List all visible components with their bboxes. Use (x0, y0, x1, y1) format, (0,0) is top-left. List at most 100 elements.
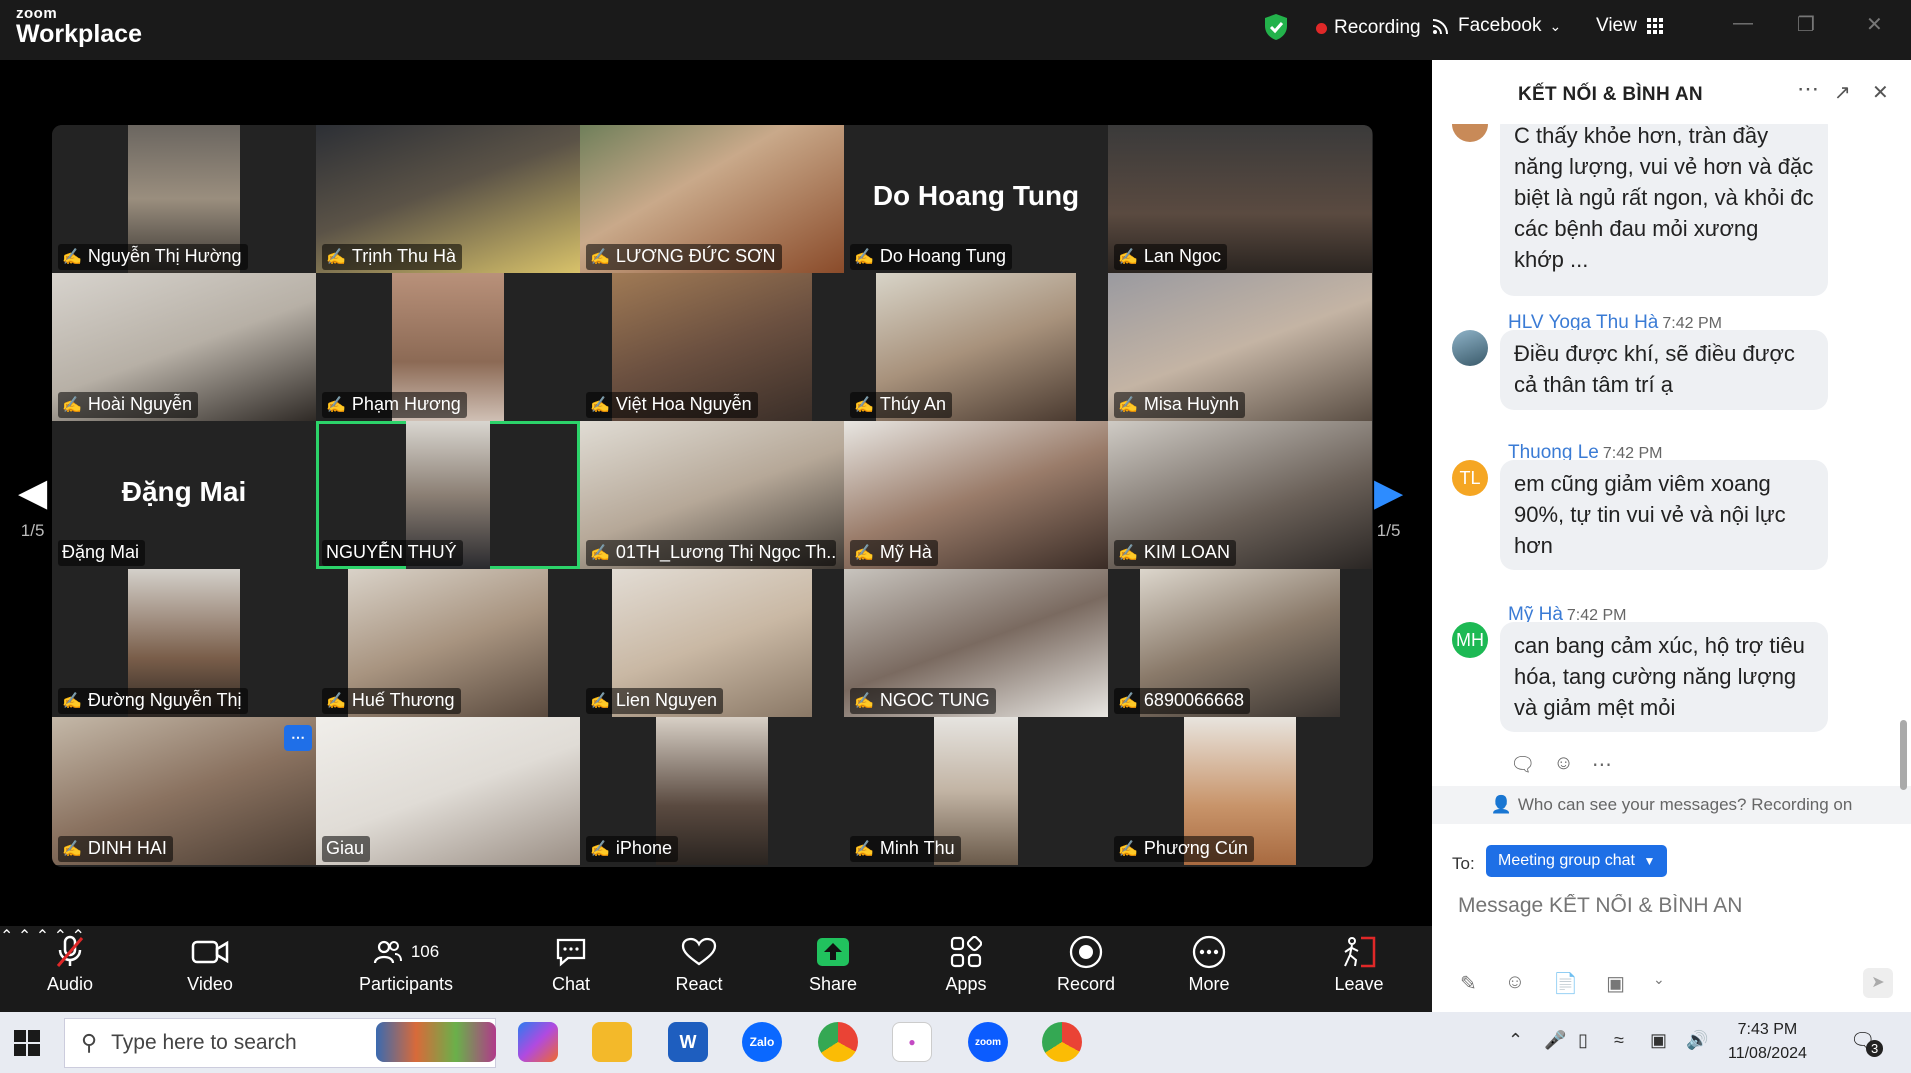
participant-tile[interactable]: ✍ Đường Nguyễn Thị (52, 569, 316, 717)
participant-name-tag: Giau (322, 836, 371, 862)
format-text-icon[interactable]: ✎ (1460, 971, 1477, 996)
participant-tile[interactable]: ✍ Trịnh Thu Hà (316, 125, 580, 273)
more-actions-icon[interactable]: ⋯ (1592, 752, 1612, 777)
microphone-icon[interactable]: 🎤 (1544, 1030, 1566, 1051)
mic-muted-icon: ✍ (62, 248, 82, 266)
reply-icon[interactable]: 🗨 (1510, 752, 1535, 777)
share-label: Share (808, 974, 858, 994)
copilot-icon[interactable] (518, 1022, 558, 1062)
participant-tile[interactable]: ✍ Phương Cún (1108, 717, 1372, 865)
participant-tile[interactable]: ✍ Lan Ngoc (1108, 125, 1372, 273)
battery-icon[interactable]: ▯ (1578, 1030, 1588, 1051)
participants-button[interactable]: 106 Participants (350, 926, 462, 1012)
video-button[interactable]: Video (170, 926, 250, 1012)
meet-now-icon[interactable]: ▣ (1650, 1030, 1667, 1051)
page-indicator-left: 1/5 (20, 521, 45, 540)
avatar (1452, 330, 1488, 366)
record-button[interactable]: Record (1050, 926, 1122, 1012)
close-chat-icon[interactable]: ✕ (1872, 80, 1889, 105)
more-options-button[interactable]: ⋯ (284, 725, 312, 751)
search-icon: ⚲ (81, 1030, 98, 1055)
recipient-value: Meeting group chat (1498, 852, 1635, 869)
minimize-icon[interactable]: — (1733, 12, 1753, 35)
more-icon (1192, 935, 1226, 969)
chat-message-input[interactable] (1458, 894, 1878, 918)
chrome-profile-icon[interactable] (1042, 1022, 1082, 1062)
participant-tile[interactable]: ⋯ ✍ DINH HAI (52, 717, 316, 865)
grid-icon (1646, 18, 1663, 34)
participant-tile[interactable]: ✍ Phạm Hương (316, 273, 580, 421)
pop-out-icon[interactable]: ↗ (1834, 80, 1851, 105)
shield-check-icon[interactable] (1263, 13, 1289, 41)
participant-name-tag: ✍ Nguyễn Thị Hường (58, 244, 248, 270)
pic-app-icon[interactable]: ● (892, 1022, 932, 1062)
participant-tile[interactable]: ✍ Lien Nguyen (580, 569, 844, 717)
participant-tile[interactable]: ✍ Misa Huỳnh (1108, 273, 1372, 421)
participant-tile[interactable]: ✍ Việt Hoa Nguyễn (580, 273, 844, 421)
chevron-up-icon[interactable]: ⌃ (1508, 1030, 1523, 1051)
participant-tile[interactable]: ✍ KIM LOAN (1108, 421, 1372, 569)
word-icon[interactable]: W (668, 1022, 708, 1062)
volume-icon[interactable]: 🔊 (1686, 1030, 1708, 1051)
file-explorer-icon[interactable] (592, 1022, 632, 1062)
wifi-icon[interactable]: ≈ (1614, 1030, 1624, 1051)
participant-tile[interactable]: ✍ LƯƠNG ĐỨC SƠN (580, 125, 844, 273)
recipient-dropdown[interactable]: Meeting group chat ▼ (1486, 845, 1668, 877)
participant-tile[interactable]: ✍ Thúy An (844, 273, 1108, 421)
restore-icon[interactable]: ❐ (1797, 12, 1815, 37)
chevron-down-icon[interactable]: ⌄ (1653, 971, 1665, 996)
facebook-live-button[interactable]: Facebook ⌄ (1432, 15, 1561, 37)
view-button[interactable]: View (1596, 15, 1663, 37)
zalo-icon[interactable]: Zalo (742, 1022, 782, 1062)
facebook-label: Facebook (1458, 15, 1542, 36)
participant-tile[interactable]: Đặng Mai Đặng Mai (52, 421, 316, 569)
zoom-app-icon[interactable]: zoom (968, 1022, 1008, 1062)
chat-scrollbar[interactable] (1900, 720, 1907, 790)
taskbar-clock[interactable]: 7:43 PM 11/08/2024 (1728, 1018, 1807, 1066)
participant-tile[interactable]: ✍ iPhone (580, 717, 844, 865)
apps-icon (950, 936, 982, 968)
send-button[interactable]: ➤ (1863, 968, 1893, 998)
add-reaction-icon[interactable]: ☺ (1553, 752, 1573, 777)
react-button[interactable]: React (664, 926, 734, 1012)
participant-tile[interactable]: ✍ Mỹ Hà (844, 421, 1108, 569)
close-window-icon[interactable]: ✕ (1866, 12, 1883, 37)
participant-tile[interactable]: Giau (316, 717, 580, 865)
participant-tile[interactable]: ✍ Minh Thu (844, 717, 1108, 865)
mic-muted-icon: ✍ (1118, 544, 1138, 562)
more-button[interactable]: More (1176, 926, 1242, 1012)
prev-page-button[interactable]: ◀ 1/5 (18, 470, 47, 541)
participant-tile[interactable]: ✍ 01TH_Lương Thị Ngọc Th... (580, 421, 844, 569)
apps-button[interactable]: Apps (933, 926, 999, 1012)
participant-tile[interactable]: Do Hoang Tung ✍ Do Hoang Tung (844, 125, 1108, 273)
chat-button[interactable]: Chat (535, 926, 607, 1012)
participant-tile[interactable]: ✍ 6890066668 (1108, 569, 1372, 717)
chrome-icon[interactable] (818, 1022, 858, 1062)
audio-button[interactable]: Audio (30, 926, 110, 1012)
leave-button[interactable]: Leave (1326, 926, 1392, 1012)
broadcast-icon (1432, 19, 1448, 35)
next-page-button[interactable]: ▶ 1/5 (1374, 470, 1403, 541)
active-speaker-tile[interactable]: NGUYỄN THUÝ (316, 421, 580, 569)
windows-start-icon[interactable] (14, 1030, 40, 1056)
participant-name: 01TH_Lương Thị Ngọc Th... (615, 542, 836, 562)
emoji-icon[interactable]: ☺ (1505, 971, 1525, 996)
privacy-notice[interactable]: 👤 Who can see your messages? Recording o… (1432, 786, 1911, 824)
audio-options-caret-icon[interactable]: ⌃ (0, 928, 13, 945)
mic-muted-icon: ✍ (854, 840, 874, 858)
participant-tile[interactable]: ✍ Hoài Nguyễn (52, 273, 316, 421)
file-icon[interactable]: 📄 (1553, 971, 1578, 996)
participant-tile[interactable]: ✍ Nguyễn Thị Hường (52, 125, 316, 273)
notification-center-button[interactable]: 🗨 3 (1850, 1028, 1884, 1057)
participant-name-tag: Đặng Mai (58, 540, 146, 566)
more-options-icon[interactable]: ⋯ (1797, 76, 1819, 102)
share-button[interactable]: Share (798, 926, 868, 1012)
participant-tile[interactable]: ✍ NGOC TUNG (844, 569, 1108, 717)
search-highlight-books-icon[interactable] (376, 1022, 496, 1062)
participant-name: Do Hoang Tung (879, 246, 1007, 266)
screenshot-icon[interactable]: ▣ (1606, 971, 1625, 996)
recording-indicator[interactable]: Recording (1316, 17, 1421, 39)
mic-muted-icon: ✍ (326, 248, 346, 266)
avatar: MH (1452, 622, 1488, 658)
participant-tile[interactable]: ✍ Huế Thương (316, 569, 580, 717)
